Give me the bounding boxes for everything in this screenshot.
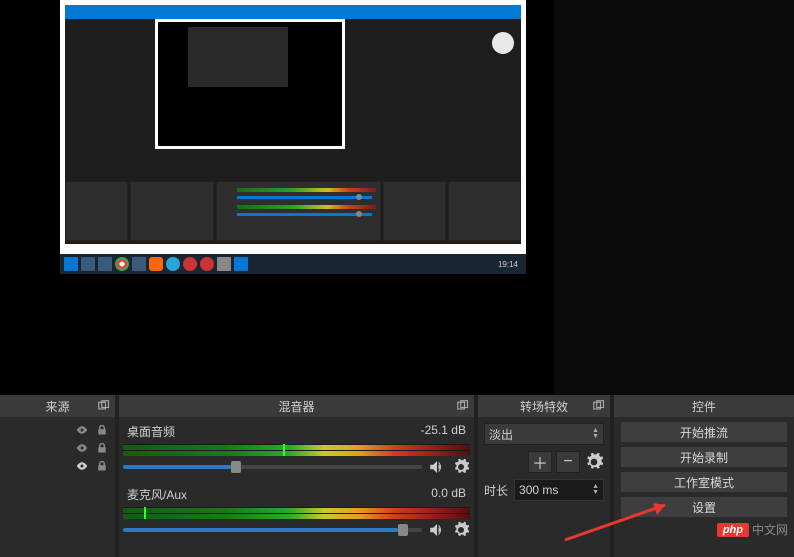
volume-slider[interactable] — [123, 528, 422, 532]
source-row[interactable] — [4, 457, 111, 475]
chrome-icon — [115, 257, 129, 271]
captured-taskbar: 19:14 — [60, 254, 526, 274]
transitions-body: 淡出 ▲▼ ＋ − 时长 300 ms ▲▼ — [478, 417, 610, 557]
nested-sources-panel — [130, 181, 213, 241]
mixer-channel-desktop: 桌面音频 -25.1 dB — [123, 421, 470, 476]
controls-header: 控件 — [614, 395, 794, 417]
studio-mode-button[interactable]: 工作室模式 — [620, 471, 788, 493]
preview-content — [60, 0, 526, 274]
mixer-channel-mic: 麦克风/Aux 0.0 dB — [123, 484, 470, 539]
lock-icon[interactable] — [95, 424, 109, 436]
app-icon-3 — [166, 257, 180, 271]
nested-trans-panel — [383, 181, 446, 241]
sources-title: 来源 — [45, 398, 69, 415]
watermark-badge: php — [717, 523, 749, 537]
dock-detach-icon[interactable] — [592, 399, 606, 413]
source-row[interactable] — [4, 439, 111, 457]
transitions-header: 转场特效 — [478, 395, 610, 417]
start-recording-button[interactable]: 开始录制 — [620, 446, 788, 468]
nested-panels — [65, 181, 521, 241]
tiny-recursive-preview — [188, 27, 288, 87]
mixer-header: 混音器 — [119, 395, 474, 417]
transitions-title: 转场特效 — [520, 398, 568, 415]
nested-preview — [155, 19, 345, 149]
mixer-title: 混音器 — [278, 398, 314, 415]
sources-panel: 来源 — [0, 395, 115, 557]
sources-header: 来源 — [0, 395, 115, 417]
duration-label: 时长 — [484, 482, 508, 499]
dock-detach-icon[interactable] — [456, 399, 470, 413]
app-icon-5 — [200, 257, 214, 271]
channel-name: 桌面音频 — [127, 423, 175, 440]
nested-titlebar — [65, 5, 521, 19]
app-icon-6 — [217, 257, 231, 271]
transition-select[interactable]: 淡出 ▲▼ — [484, 423, 604, 445]
channel-db: 0.0 dB — [431, 486, 466, 503]
task-icon — [81, 257, 95, 271]
watermark-label: 中文网 — [752, 521, 788, 538]
settings-button[interactable]: 设置 — [620, 496, 788, 518]
controls-title: 控件 — [692, 398, 716, 415]
channel-name: 麦克风/Aux — [127, 486, 187, 503]
sources-body — [0, 417, 115, 557]
eye-icon[interactable] — [75, 424, 89, 436]
lock-icon[interactable] — [95, 460, 109, 472]
nested-preview-inner — [158, 22, 342, 146]
eye-icon[interactable] — [75, 460, 89, 472]
app-icon-2 — [149, 257, 163, 271]
add-transition-button[interactable]: ＋ — [528, 451, 552, 473]
transition-selected: 淡出 — [489, 426, 513, 443]
speaker-icon[interactable] — [428, 458, 446, 476]
explorer-icon — [98, 257, 112, 271]
source-row[interactable] — [4, 421, 111, 439]
mixer-body: 桌面音频 -25.1 dB 麦克风/A — [119, 417, 474, 557]
transitions-panel: 转场特效 淡出 ▲▼ ＋ − 时长 300 ms ▲▼ — [478, 395, 610, 557]
gear-icon[interactable] — [452, 458, 470, 476]
duration-value: 300 ms — [519, 483, 558, 497]
watermark: php 中文网 — [717, 521, 788, 538]
channel-db: -25.1 dB — [421, 423, 466, 440]
volume-meter — [123, 507, 470, 519]
spin-icon: ▲▼ — [592, 484, 599, 496]
gear-icon[interactable] — [452, 521, 470, 539]
mixer-panel: 混音器 桌面音频 -25.1 dB — [119, 395, 474, 557]
app-icon-4 — [183, 257, 197, 271]
nested-window — [65, 5, 521, 269]
avatar-watermark — [492, 32, 514, 54]
start-icon — [64, 257, 78, 271]
taskbar-clock: 19:14 — [498, 260, 522, 269]
start-streaming-button[interactable]: 开始推流 — [620, 421, 788, 443]
volume-meter — [123, 444, 470, 456]
preview-area: 19:14 — [0, 0, 554, 395]
nested-controls-panel — [448, 181, 521, 241]
remove-transition-button[interactable]: − — [556, 451, 580, 473]
nested-mixer-panel — [216, 181, 381, 241]
dock: 来源 混音器 — [0, 395, 794, 557]
app-icon — [132, 257, 146, 271]
duration-input[interactable]: 300 ms ▲▼ — [514, 479, 604, 501]
right-black-area — [554, 0, 794, 395]
volume-slider[interactable] — [123, 465, 422, 469]
app-icon-7 — [234, 257, 248, 271]
eye-icon[interactable] — [75, 442, 89, 454]
nested-content — [65, 19, 521, 269]
lock-icon[interactable] — [95, 442, 109, 454]
spin-icon: ▲▼ — [592, 428, 599, 440]
nested-scenes-panel — [65, 181, 128, 241]
speaker-icon[interactable] — [428, 521, 446, 539]
gear-icon[interactable] — [584, 452, 604, 472]
dock-detach-icon[interactable] — [97, 399, 111, 413]
